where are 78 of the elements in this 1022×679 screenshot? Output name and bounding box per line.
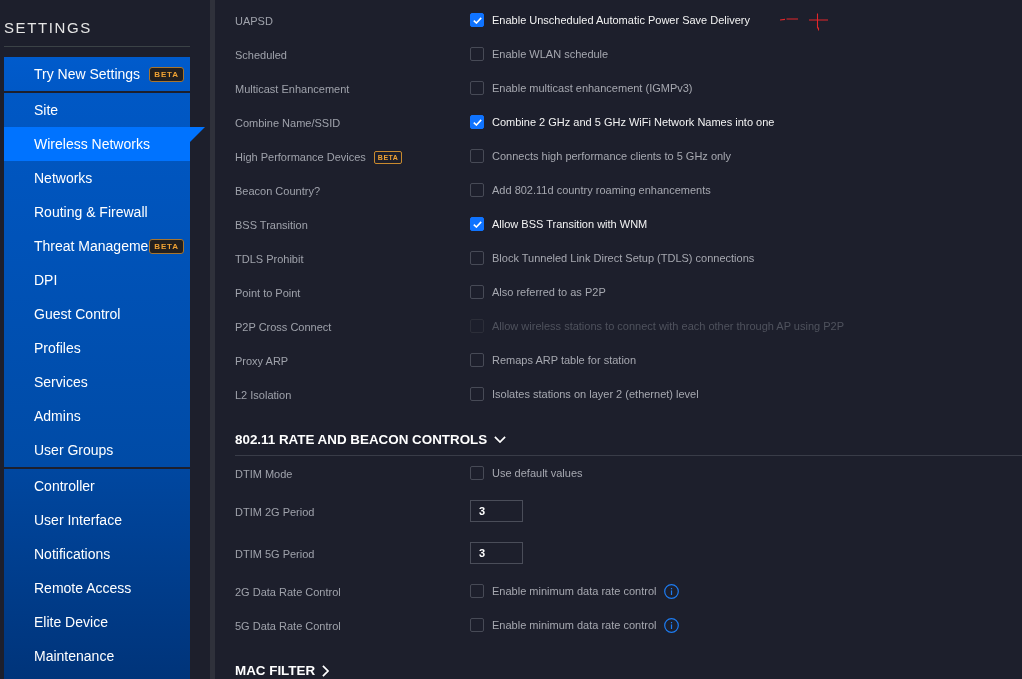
sidebar-item[interactable]: DPI xyxy=(4,263,190,297)
sidebar-item[interactable]: Elite Device xyxy=(4,605,190,639)
setting-label: 2G Data Rate Control xyxy=(235,586,341,598)
checkbox-label: Connects high performance clients to 5 GHz only xyxy=(492,150,732,162)
chevron-right-icon xyxy=(322,664,330,677)
sidebar-item[interactable]: Notifications xyxy=(4,537,190,571)
checkmark-icon xyxy=(472,118,482,126)
checkbox-label: Also referred to as P2P xyxy=(492,286,606,298)
checkmark-icon xyxy=(472,16,482,24)
checkbox-label: Block Tunneled Link Direct Setup (TDLS) connections xyxy=(492,252,755,264)
checkbox[interactable] xyxy=(470,353,484,367)
sidebar-item[interactable]: Guest Control xyxy=(4,297,190,331)
checkbox[interactable] xyxy=(470,285,484,299)
setting-label: Proxy ARP xyxy=(235,355,289,367)
checkbox[interactable] xyxy=(470,183,484,197)
number-input[interactable]: 3 xyxy=(470,542,523,564)
setting-label: DTIM 2G Period xyxy=(235,506,315,518)
checkbox-label: Isolates stations on layer 2 (ethernet) level xyxy=(492,388,699,400)
sidebar-item[interactable]: Admins xyxy=(4,399,190,433)
setting-label: BSS Transition xyxy=(235,219,308,231)
info-icon[interactable] xyxy=(664,617,680,633)
sidebar-item[interactable]: Profiles xyxy=(4,331,190,365)
setting-label: TDLS Prohibit xyxy=(235,253,304,265)
checkbox-label: Enable Unscheduled Automatic Power Save Delivery xyxy=(492,14,751,26)
sidebar-item[interactable]: Routing & Firewall xyxy=(4,195,190,229)
sidebar-item[interactable]: Remote Access xyxy=(4,571,190,605)
setting-label: Beacon Country? xyxy=(235,185,320,197)
checkbox-label: Remaps ARP table for station xyxy=(492,354,637,366)
section-toggle[interactable]: 802.11 RATE AND BEACON CONTROLS xyxy=(235,432,507,447)
scribble-annotation xyxy=(779,12,829,31)
checkbox[interactable] xyxy=(470,13,484,27)
setting-label: DTIM 5G Period xyxy=(235,548,315,560)
checkbox[interactable] xyxy=(470,466,484,480)
setting-label: 5G Data Rate Control xyxy=(235,620,341,632)
sidebar-item[interactable]: Threat Manageme BETA xyxy=(4,229,190,263)
info-icon[interactable] xyxy=(664,583,680,599)
chevron-down-icon xyxy=(494,436,507,443)
setting-label: Multicast Enhancement xyxy=(235,83,350,95)
setting-label: UAPSD xyxy=(235,15,273,27)
setting-label: P2P Cross Connect xyxy=(235,321,332,333)
sidebar-item[interactable]: Controller xyxy=(4,469,190,503)
checkbox[interactable] xyxy=(470,149,484,163)
sidebar-item[interactable]: Networks xyxy=(4,161,190,195)
sidebar-item[interactable]: Site xyxy=(4,93,190,127)
checkbox-label: Add 802.11d country roaming enhancements xyxy=(492,184,711,196)
sidebar-item[interactable]: Services xyxy=(4,365,190,399)
checkbox[interactable] xyxy=(470,47,484,61)
sidebar-item[interactable]: Maintenance xyxy=(4,639,190,673)
checkbox[interactable] xyxy=(470,618,484,632)
selection-pointer-icon xyxy=(190,127,205,142)
checkbox[interactable] xyxy=(470,217,484,231)
beta-badge: BETA xyxy=(149,238,184,254)
checkbox-label: Enable minimum data rate control xyxy=(492,619,657,631)
checkbox-label: Allow BSS Transition with WNM xyxy=(492,218,648,230)
checkbox[interactable] xyxy=(470,387,484,401)
setting-label: Combine Name/SSID xyxy=(235,117,341,129)
setting-label: High Performance Devices xyxy=(235,151,366,163)
sidebar-item[interactable]: Try New Settings BETA xyxy=(4,57,190,91)
setting-label: DTIM Mode xyxy=(235,468,293,480)
checkbox[interactable] xyxy=(470,115,484,129)
checkbox[interactable] xyxy=(470,251,484,265)
checkbox-label: Enable minimum data rate control xyxy=(492,585,657,597)
sidebar-item[interactable]: User Groups xyxy=(4,433,190,467)
beta-badge: BETA xyxy=(149,66,184,82)
setting-label: Scheduled xyxy=(235,49,287,61)
setting-label: L2 Isolation xyxy=(235,389,292,401)
checkbox-label: Combine 2 GHz and 5 GHz WiFi Network Names into one xyxy=(492,116,775,128)
checkbox-label: Enable WLAN schedule xyxy=(492,48,609,60)
checkmark-icon xyxy=(472,220,482,228)
checkbox-label: Use default values xyxy=(492,467,583,479)
section-toggle[interactable]: MAC FILTER xyxy=(235,663,330,678)
number-input[interactable]: 3 xyxy=(470,500,523,522)
sidebar-item[interactable]: User Interface xyxy=(4,503,190,537)
sidebar-title: SETTINGS xyxy=(4,18,92,38)
setting-label: Point to Point xyxy=(235,287,301,299)
checkbox[interactable] xyxy=(470,584,484,598)
checkbox-label: Enable multicast enhancement (IGMPv3) xyxy=(492,82,693,94)
checkbox[interactable] xyxy=(470,81,484,95)
